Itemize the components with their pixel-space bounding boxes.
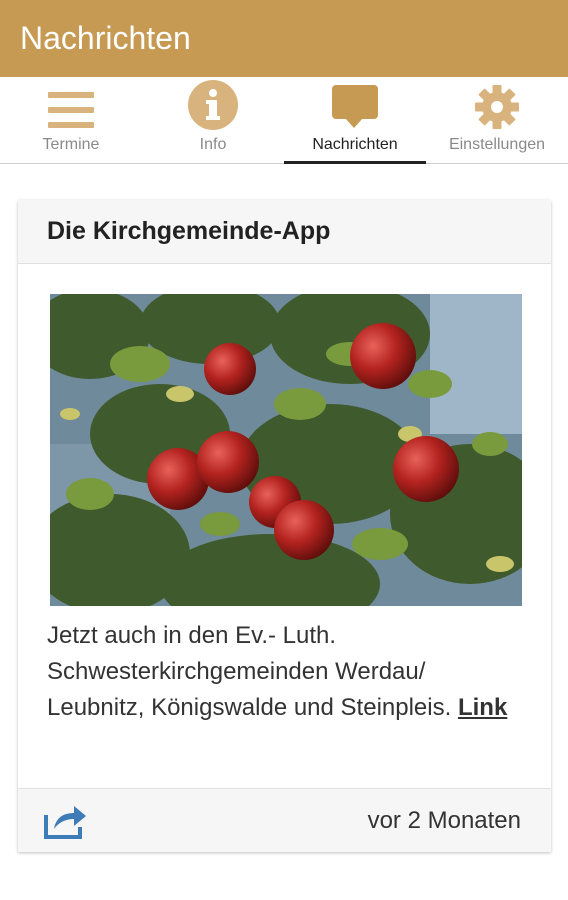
card-body: Jetzt auch in den Ev.- Luth. Schwesterki… xyxy=(47,618,527,726)
card-link[interactable]: Link xyxy=(458,694,507,721)
tab-label: Nachrichten xyxy=(312,136,398,153)
chat-bubble-icon xyxy=(332,85,378,128)
tab-label: Info xyxy=(199,136,227,153)
tab-einstellungen[interactable]: Einstellungen xyxy=(426,77,568,163)
news-card: Die Kirchgemeinde-App Jetzt auch in den … xyxy=(18,200,551,852)
info-icon xyxy=(188,80,238,130)
page-title: Nachrichten xyxy=(20,20,191,56)
timestamp: vor 2 Monaten xyxy=(367,806,521,834)
card-footer: vor 2 Monaten xyxy=(18,788,551,852)
apple-tree-photo xyxy=(50,294,522,606)
tab-label: Termine xyxy=(42,136,100,153)
tab-label: Einstellungen xyxy=(448,136,546,153)
tab-nachrichten[interactable]: Nachrichten xyxy=(284,77,426,164)
tab-termine[interactable]: Termine xyxy=(0,77,142,163)
share-icon[interactable] xyxy=(44,803,88,839)
menu-icon xyxy=(48,92,94,128)
gear-icon xyxy=(475,85,519,129)
card-header: Die Kirchgemeinde-App xyxy=(18,200,551,264)
tab-bar: Termine Info Nachrichten Einstellungen xyxy=(0,77,568,164)
card-title: Die Kirchgemeinde-App xyxy=(47,217,331,245)
app-bar: Nachrichten xyxy=(0,0,568,77)
tab-info[interactable]: Info xyxy=(142,77,284,163)
card-body-text: Jetzt auch in den Ev.- Luth. Schwesterki… xyxy=(47,622,452,721)
